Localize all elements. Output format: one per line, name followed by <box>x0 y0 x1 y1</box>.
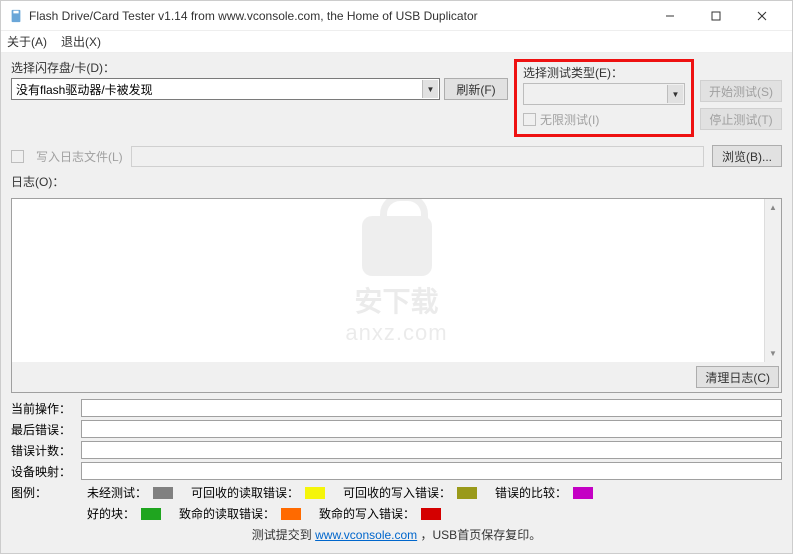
swatch-untested <box>153 487 173 499</box>
current-op-field <box>81 399 782 417</box>
start-test-button[interactable]: 开始测试(S) <box>700 80 782 102</box>
maximize-button[interactable] <box>693 2 738 30</box>
drive-combo[interactable]: 没有flash驱动器/卡被发现 ▼ <box>11 78 440 100</box>
legend-label: 图例： <box>11 484 81 501</box>
titlebar: Flash Drive/Card Tester v1.14 from www.v… <box>1 1 792 31</box>
error-count-field <box>81 441 782 459</box>
swatch-good <box>141 508 161 520</box>
app-icon <box>9 9 23 23</box>
status-grid: 当前操作： 最后错误： 错误计数： 设备映射： <box>11 399 782 480</box>
log-scrollbar[interactable]: ▲ ▼ <box>764 199 781 362</box>
test-type-label: 选择测试类型(E)： <box>523 64 685 81</box>
last-error-field <box>81 420 782 438</box>
test-type-group: 选择测试类型(E)： ▼ 无限测试(I) <box>514 59 694 137</box>
clear-log-button[interactable]: 清理日志(C) <box>696 366 779 388</box>
refresh-button[interactable]: 刷新(F) <box>444 78 508 100</box>
scroll-down-icon[interactable]: ▼ <box>765 345 781 362</box>
log-textarea[interactable]: 安下载 anxz.com ▲ ▼ <box>11 198 782 362</box>
log-file-label: 写入日志文件(L) <box>36 148 123 165</box>
stop-test-button[interactable]: 停止测试(T) <box>700 108 782 130</box>
app-window: Flash Drive/Card Tester v1.14 from www.v… <box>0 0 793 554</box>
minimize-button[interactable] <box>647 2 692 30</box>
log-file-path-input[interactable] <box>131 146 704 167</box>
footer-link[interactable]: www.vconsole.com <box>315 528 417 542</box>
window-title: Flash Drive/Card Tester v1.14 from www.v… <box>29 9 647 23</box>
infinite-test-label: 无限测试(I) <box>540 111 599 128</box>
device-map-field <box>81 462 782 480</box>
drive-combo-value: 没有flash驱动器/卡被发现 <box>16 81 153 98</box>
last-error-label: 最后错误： <box>11 421 81 438</box>
infinite-test-checkbox[interactable] <box>523 113 536 126</box>
current-op-label: 当前操作： <box>11 400 81 417</box>
menu-exit[interactable]: 退出(X) <box>61 33 101 50</box>
menu-about[interactable]: 关于(A) <box>7 33 47 50</box>
menubar: 关于(A) 退出(X) <box>1 31 792 53</box>
error-count-label: 错误计数： <box>11 442 81 459</box>
footer: 测试提交到 www.vconsole.com ，USB首页保存复印。 <box>11 522 782 545</box>
swatch-fatal-read <box>281 508 301 520</box>
test-type-combo[interactable]: ▼ <box>523 83 685 105</box>
chevron-down-icon: ▼ <box>667 85 683 103</box>
content-area: 选择闪存盘/卡(D)： 没有flash驱动器/卡被发现 ▼ 刷新(F) 选择测试… <box>1 53 792 553</box>
window-controls <box>647 2 784 30</box>
select-drive-label: 选择闪存盘/卡(D)： <box>11 59 508 76</box>
close-button[interactable] <box>739 2 784 30</box>
log-file-checkbox[interactable] <box>11 150 24 163</box>
chevron-down-icon: ▼ <box>422 80 438 98</box>
log-label: 日志(O)： <box>11 173 782 190</box>
swatch-fatal-write <box>421 508 441 520</box>
swatch-compare <box>573 487 593 499</box>
swatch-recov-write <box>457 487 477 499</box>
legend: 图例： 未经测试： 可回收的读取错误： 可回收的写入错误： 错误的比较： 好的块… <box>11 484 782 522</box>
device-map-label: 设备映射： <box>11 463 81 480</box>
browse-button[interactable]: 浏览(B)... <box>712 145 782 167</box>
watermark: 安下载 anxz.com <box>345 216 447 346</box>
scroll-up-icon[interactable]: ▲ <box>765 199 781 216</box>
swatch-recov-read <box>305 487 325 499</box>
